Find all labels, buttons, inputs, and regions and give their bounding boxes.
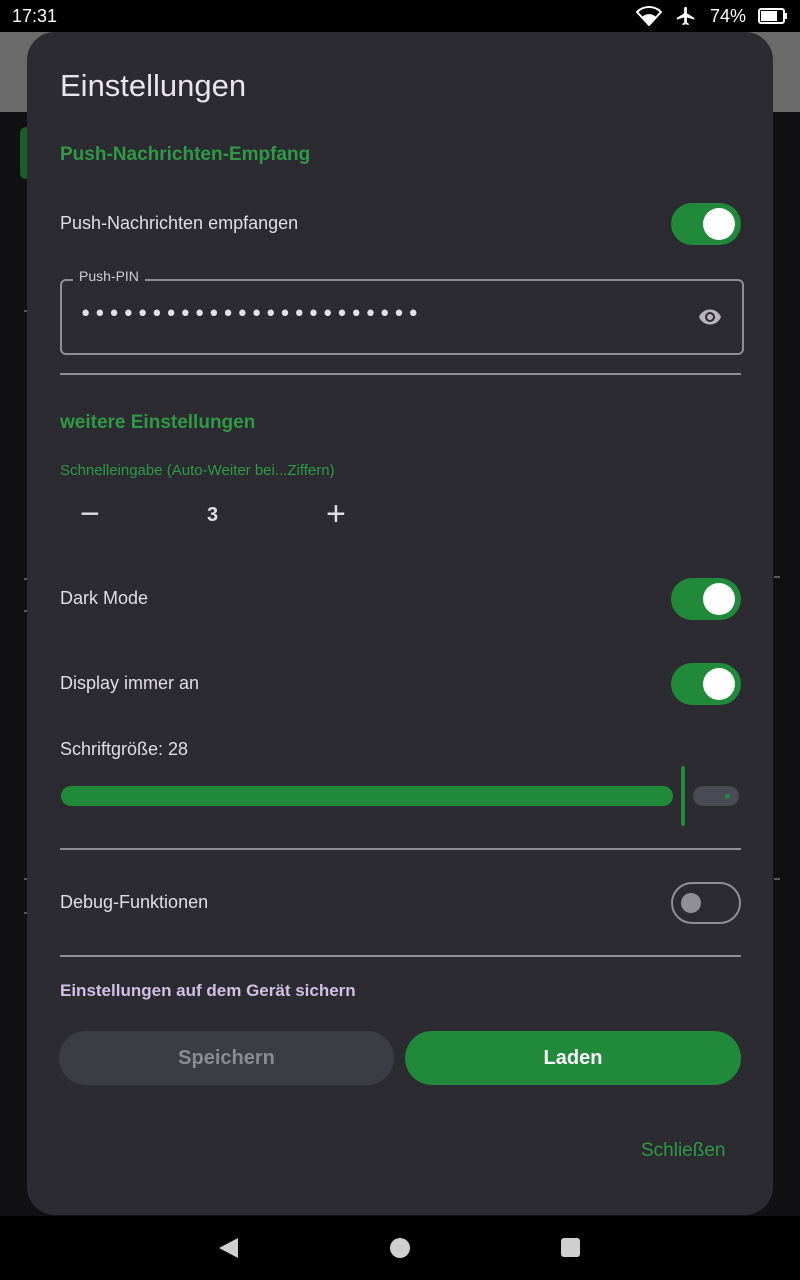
- push-pin-input[interactable]: [79, 302, 679, 327]
- switch-knob: [703, 668, 735, 700]
- push-receive-switch[interactable]: [671, 203, 741, 245]
- font-size-slider-handle[interactable]: [681, 766, 685, 826]
- debug-label: Debug-Funktionen: [60, 892, 209, 912]
- status-bar: 17:31 74%: [0, 0, 800, 32]
- eye-icon[interactable]: [694, 305, 726, 329]
- status-time: 17:31: [12, 6, 58, 26]
- quick-input-value: 3: [207, 504, 219, 526]
- switch-knob: [681, 893, 701, 913]
- wifi-icon: [635, 6, 662, 26]
- switch-knob: [703, 208, 735, 240]
- background-divider: [774, 878, 780, 880]
- back-icon[interactable]: [219, 1238, 238, 1258]
- recent-apps-icon[interactable]: [561, 1238, 580, 1257]
- close-button[interactable]: Schließen: [641, 1140, 726, 1162]
- increment-button[interactable]: +: [326, 497, 346, 531]
- push-pin-label: Push-PIN: [73, 268, 145, 284]
- dialog-title: Einstellungen: [60, 68, 247, 103]
- dark-mode-label: Dark Mode: [60, 588, 149, 608]
- display-on-switch[interactable]: [671, 663, 741, 705]
- divider: [60, 373, 741, 375]
- font-size-slider-track-inactive[interactable]: [693, 786, 739, 806]
- decrement-button[interactable]: −: [80, 497, 100, 531]
- divider: [60, 848, 741, 850]
- more-section-heading: weitere Einstellungen: [60, 412, 256, 433]
- background-divider: [774, 576, 780, 578]
- battery-percent: 74%: [709, 5, 746, 26]
- font-size-label: Schriftgröße: 28: [60, 739, 189, 759]
- save-button[interactable]: Speichern: [59, 1031, 394, 1085]
- airplane-icon: [676, 6, 695, 26]
- battery-icon: [758, 8, 787, 24]
- quick-input-label: Schnelleingabe (Auto-Weiter bei...Ziffer…: [60, 462, 335, 479]
- debug-switch[interactable]: [671, 882, 741, 924]
- push-section-heading: Push-Nachrichten-Empfang: [60, 144, 311, 165]
- home-icon[interactable]: [390, 1238, 410, 1258]
- push-receive-label: Push-Nachrichten empfangen: [60, 213, 299, 233]
- dark-mode-switch[interactable]: [671, 578, 741, 620]
- status-icons: 74%: [635, 5, 788, 27]
- backup-heading: Einstellungen auf dem Gerät sichern: [60, 981, 356, 1000]
- settings-dialog: Einstellungen Push-Nachrichten-Empfang P…: [27, 32, 773, 1215]
- display-on-label: Display immer an: [60, 673, 200, 693]
- switch-knob: [703, 583, 735, 615]
- slider-stop-indicator: [725, 794, 730, 799]
- font-size-slider-track-active[interactable]: [61, 786, 673, 806]
- divider: [60, 955, 741, 957]
- load-button[interactable]: Laden: [405, 1031, 741, 1085]
